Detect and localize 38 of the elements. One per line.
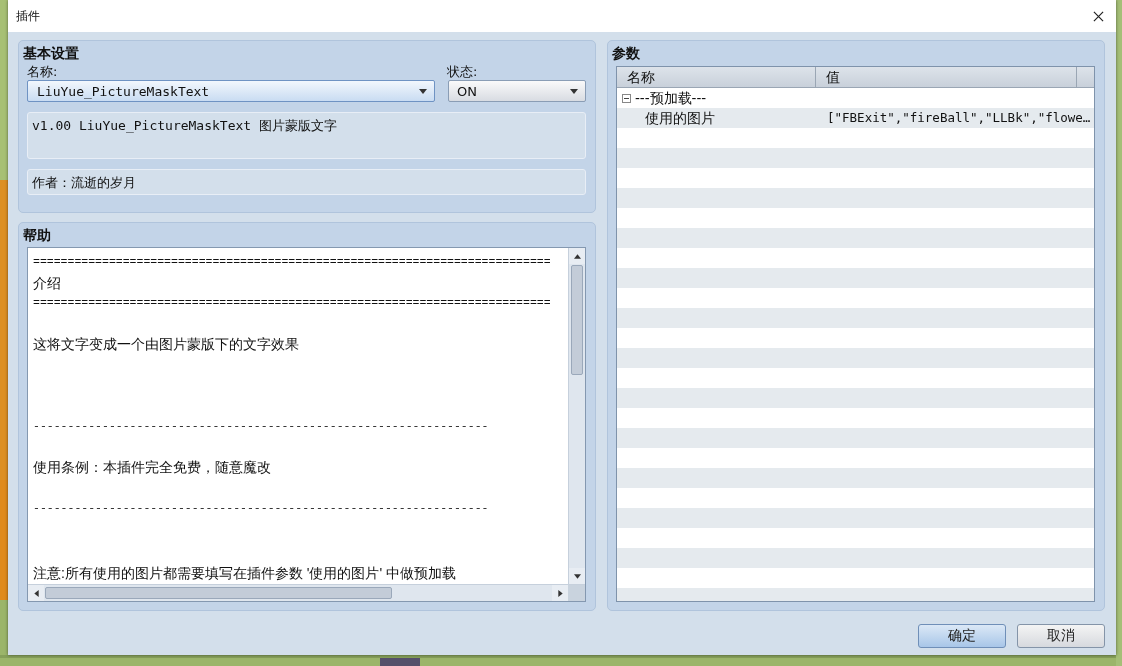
help-text-line: 介绍 <box>33 273 62 293</box>
help-text-line: 这将文字变成一个由图片蒙版下的文字效果 <box>33 335 300 354</box>
name-dropdown[interactable]: LiuYue_PictureMaskText <box>27 80 435 102</box>
group-title: 帮助 <box>23 226 51 244</box>
collapse-icon[interactable] <box>622 93 631 103</box>
description-box: v1.00 LiuYue_PictureMaskText 图片蒙版文字 <box>27 112 586 159</box>
author-box: 作者：流逝的岁月 <box>27 169 586 195</box>
help-text-line: 注意:所有使用的图片都需要填写在插件参数 '使用的图片' 中做预加载 <box>33 563 457 583</box>
group-title: 基本设置 <box>23 44 79 62</box>
scroll-left-icon[interactable] <box>32 589 40 597</box>
horizontal-scrollbar[interactable] <box>28 585 568 601</box>
scroll-right-icon[interactable] <box>556 589 564 597</box>
parameter-name[interactable]: ---预加载--- <box>635 88 707 108</box>
caret-icon <box>570 88 578 94</box>
group-title: 参数 <box>612 44 640 62</box>
scrollbar-corner <box>568 585 585 601</box>
parameter-name[interactable]: 使用的图片 <box>645 108 715 128</box>
parameter-value[interactable]: ["FBExit","fireBall","LLBk","flowe… <box>827 110 1091 125</box>
separator-line-text: ------------------------------------------------------------------ <box>33 500 490 516</box>
separator-line-text: =========================================================================== <box>33 295 552 311</box>
column-header[interactable]: 名称 <box>617 67 816 87</box>
field-label: 状态: <box>447 64 478 79</box>
status-dropdown[interactable]: ON <box>448 80 586 102</box>
dialog-button[interactable]: 确定 <box>918 624 1006 648</box>
window-title: 插件 <box>16 7 40 25</box>
separator-line-text: ------------------------------------------------------------------ <box>33 418 490 434</box>
vertical-scrollbar[interactable] <box>568 248 585 584</box>
scrollbar-thumb[interactable] <box>571 265 583 375</box>
close-icon[interactable] <box>1093 10 1104 22</box>
scrollbar-thumb[interactable] <box>45 587 392 599</box>
scroll-down-icon[interactable] <box>573 572 581 580</box>
column-header[interactable]: 值 <box>816 67 1077 87</box>
scroll-up-icon[interactable] <box>573 252 581 260</box>
dialog-button[interactable]: 取消 <box>1017 624 1105 648</box>
caret-icon <box>419 88 427 94</box>
field-label: 名称: <box>27 64 59 79</box>
help-text-line: 使用条例：本插件完全免费，随意魔改 <box>33 458 272 477</box>
separator-line-text: =========================================================================== <box>33 254 552 270</box>
